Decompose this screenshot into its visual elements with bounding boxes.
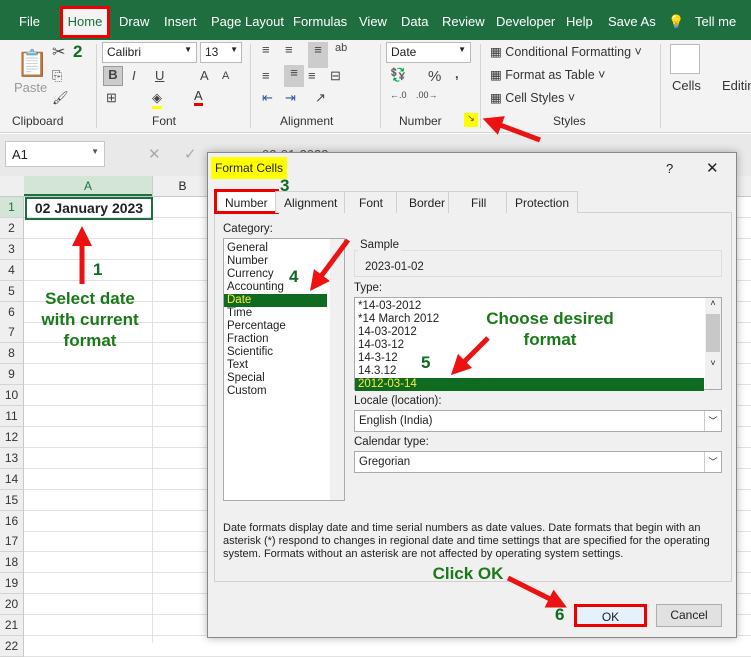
arrow-to-number-launcher <box>482 116 541 143</box>
annotation-arrows <box>72 116 567 608</box>
arrow-to-type <box>450 336 490 376</box>
arrow-to-ok <box>506 575 567 608</box>
arrow-to-date-category <box>310 238 351 292</box>
